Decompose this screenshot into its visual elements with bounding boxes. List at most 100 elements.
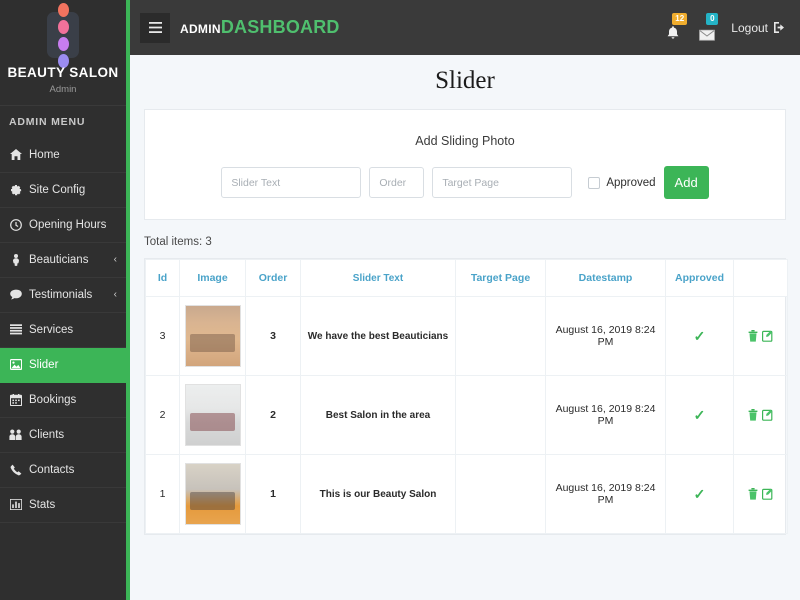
logo-dot-top-right <box>57 19 69 34</box>
edit-icon[interactable] <box>762 409 773 421</box>
message-badge: 0 <box>706 12 719 25</box>
sign-out-icon <box>774 22 784 33</box>
add-sliding-photo-card: Add Sliding Photo Approved Add <box>144 109 786 220</box>
sidebar-item-label: Clients <box>29 428 65 441</box>
cell-target-page <box>455 296 546 376</box>
trash-icon[interactable] <box>748 330 758 342</box>
order-input[interactable] <box>369 167 425 198</box>
approved-check-icon: ✓ <box>693 485 706 502</box>
cell-approved: ✓ <box>665 375 734 455</box>
cell-target-page <box>455 454 546 534</box>
approved-checkbox-group[interactable]: Approved <box>588 176 656 189</box>
slider-table-container: Id Image Order Slider Text Target Page Datest… <box>144 258 788 535</box>
cell-datestamp: August 16, 2019 8:24 PM <box>545 375 666 455</box>
slider-text-input[interactable] <box>221 167 362 198</box>
cell-image <box>179 375 246 455</box>
cell-datestamp: August 16, 2019 8:24 PM <box>545 454 666 534</box>
add-button[interactable]: Add <box>663 166 709 199</box>
sidebar-nav: Home Site Config Opening Hours Beauticians ‹… <box>0 138 126 523</box>
chevron-left-icon[interactable]: ‹ <box>114 289 117 300</box>
approved-checkbox[interactable] <box>588 176 601 189</box>
brand-block[interactable]: BEAUTY SALON Admin <box>0 0 126 105</box>
slider-table: Id Image Order Slider Text Target Page Datest… <box>145 259 788 534</box>
sidebar-item-label: Services <box>29 323 74 336</box>
sidebar-item-services[interactable]: Services <box>0 313 126 348</box>
logo-dot-top-left <box>57 2 69 17</box>
list-icon <box>9 324 22 335</box>
sidebar-item-beauticians[interactable]: Beauticians ‹ <box>0 243 126 278</box>
edit-icon[interactable] <box>762 488 773 500</box>
topbar-brand[interactable]: ADMIN DASHBOARD <box>180 17 340 38</box>
row-actions <box>737 409 784 421</box>
admin-dashboard-page: BEAUTY SALON Admin ADMIN MENU Home Site C… <box>0 0 800 600</box>
four-dots-logo-icon <box>47 2 79 68</box>
approved-check-icon: ✓ <box>693 406 706 423</box>
topbar: ADMIN DASHBOARD 12 0 Logout <box>130 0 800 55</box>
sidebar-item-bookings[interactable]: Bookings <box>0 383 126 418</box>
sidebar-item-opening-hours[interactable]: Opening Hours <box>0 208 126 243</box>
edit-icon[interactable] <box>762 330 773 342</box>
salon-chair-thumbnail[interactable] <box>184 305 241 367</box>
column-header-order: Order <box>245 259 301 297</box>
cell-datestamp: August 16, 2019 8:24 PM <box>545 296 666 376</box>
approved-check-icon: ✓ <box>693 327 706 344</box>
white-salon-thumbnail[interactable] <box>184 384 241 446</box>
sidebar-item-label: Home <box>29 148 60 161</box>
cell-image <box>179 454 246 534</box>
sidebar-item-home[interactable]: Home <box>0 138 126 173</box>
trash-icon[interactable] <box>748 488 758 500</box>
bell-icon[interactable]: 12 <box>663 12 688 41</box>
column-header-datestamp: Datestamp <box>545 259 666 297</box>
topbar-brand-dashboard: DASHBOARD <box>220 17 340 37</box>
table-row: 3 3 We have the best Beauticians August 16,… <box>145 296 788 376</box>
sidebar-item-label: Beauticians <box>29 253 89 266</box>
sidebar-item-slider[interactable]: Slider <box>0 347 126 383</box>
calendar-icon <box>9 393 22 406</box>
hamburger-icon[interactable] <box>140 12 170 43</box>
topbar-brand-admin: ADMIN <box>180 22 221 36</box>
table-row: 1 1 This is our Beauty Salon August 16, 201… <box>145 454 788 534</box>
cell-approved: ✓ <box>665 296 734 376</box>
home-icon <box>9 149 22 161</box>
approved-label: Approved <box>606 176 656 189</box>
sidebar-item-contacts[interactable]: Contacts <box>0 453 126 488</box>
cell-slider-text: We have the best Beauticians <box>300 296 456 376</box>
topbar-actions: 12 0 Logout <box>663 12 786 41</box>
cell-slider-text: Best Salon in the area <box>300 375 456 455</box>
gear-icon <box>9 184 22 196</box>
logo-dot-bottom-left <box>57 36 69 51</box>
sidebar-item-clients[interactable]: Clients <box>0 418 126 453</box>
sidebar-item-testimonials[interactable]: Testimonials ‹ <box>0 278 126 313</box>
logout-button[interactable]: Logout <box>731 21 786 35</box>
cell-actions <box>733 454 788 534</box>
sidebar-item-label: Testimonials <box>29 288 93 301</box>
sidebar-item-label: Bookings <box>29 393 77 406</box>
person-icon <box>9 253 22 266</box>
chevron-left-icon[interactable]: ‹ <box>114 254 117 265</box>
cell-actions <box>733 296 788 376</box>
target-page-input[interactable] <box>432 167 573 198</box>
salon-interior-thumbnail[interactable] <box>184 463 241 525</box>
sidebar-item-stats[interactable]: Stats <box>0 488 126 523</box>
row-actions <box>737 330 784 342</box>
clock-icon <box>9 218 22 231</box>
column-header-approved: Approved <box>665 259 734 297</box>
sidebar-item-label: Opening Hours <box>29 218 107 231</box>
comment-icon <box>9 289 22 300</box>
table-header-row: Id Image Order Slider Text Target Page Datest… <box>145 259 788 297</box>
table-row: 2 2 Best Salon in the area August 16, 2019 … <box>145 375 788 455</box>
sidebar-item-label: Site Config <box>29 183 86 196</box>
trash-icon[interactable] <box>748 409 758 421</box>
bar-chart-icon <box>9 499 22 511</box>
sidebar-item-site-config[interactable]: Site Config <box>0 173 126 208</box>
brand-title: BEAUTY SALON <box>7 65 119 80</box>
sidebar-menu-heading: ADMIN MENU <box>0 104 126 138</box>
column-header-actions <box>733 259 788 297</box>
cell-slider-text: This is our Beauty Salon <box>300 454 456 534</box>
total-items-label: Total items: 3 <box>144 236 212 248</box>
cell-order: 1 <box>245 454 301 534</box>
column-header-target-page: Target Page <box>455 259 546 297</box>
column-header-slider-text: Slider Text <box>300 259 456 297</box>
envelope-icon[interactable]: 0 <box>697 12 719 41</box>
cell-id: 2 <box>145 375 180 455</box>
